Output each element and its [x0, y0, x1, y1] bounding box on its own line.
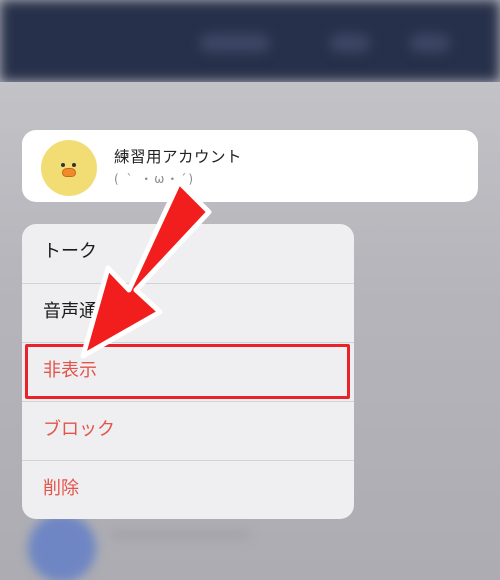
menu-item-voice-call[interactable]: 音声通話	[22, 283, 354, 342]
background-list-text	[110, 530, 250, 540]
background-avatar	[28, 514, 96, 580]
contact-name: 練習用アカウント	[114, 148, 243, 166]
contact-preview-card: 練習用アカウント ( ` ・ω・´)	[22, 130, 478, 202]
background-header-icon	[330, 34, 370, 52]
menu-item-label: 音声通話	[43, 301, 115, 322]
menu-item-talk[interactable]: トーク	[22, 224, 354, 283]
background-header-text	[200, 34, 270, 52]
menu-item-delete[interactable]: 削除	[22, 460, 354, 519]
menu-item-block[interactable]: ブロック	[22, 401, 354, 460]
menu-item-label: ブロック	[43, 419, 115, 440]
avatar-eye-right	[72, 163, 76, 167]
menu-item-label: 削除	[43, 478, 79, 499]
menu-item-label: トーク	[43, 241, 97, 262]
duck-character-icon	[41, 140, 97, 196]
annotation-highlight-box	[25, 344, 350, 399]
contact-status-message: ( ` ・ω・´)	[114, 172, 196, 186]
background-header-icon	[410, 34, 450, 52]
avatar-eye-left	[61, 163, 65, 167]
avatar-beak	[62, 168, 76, 177]
